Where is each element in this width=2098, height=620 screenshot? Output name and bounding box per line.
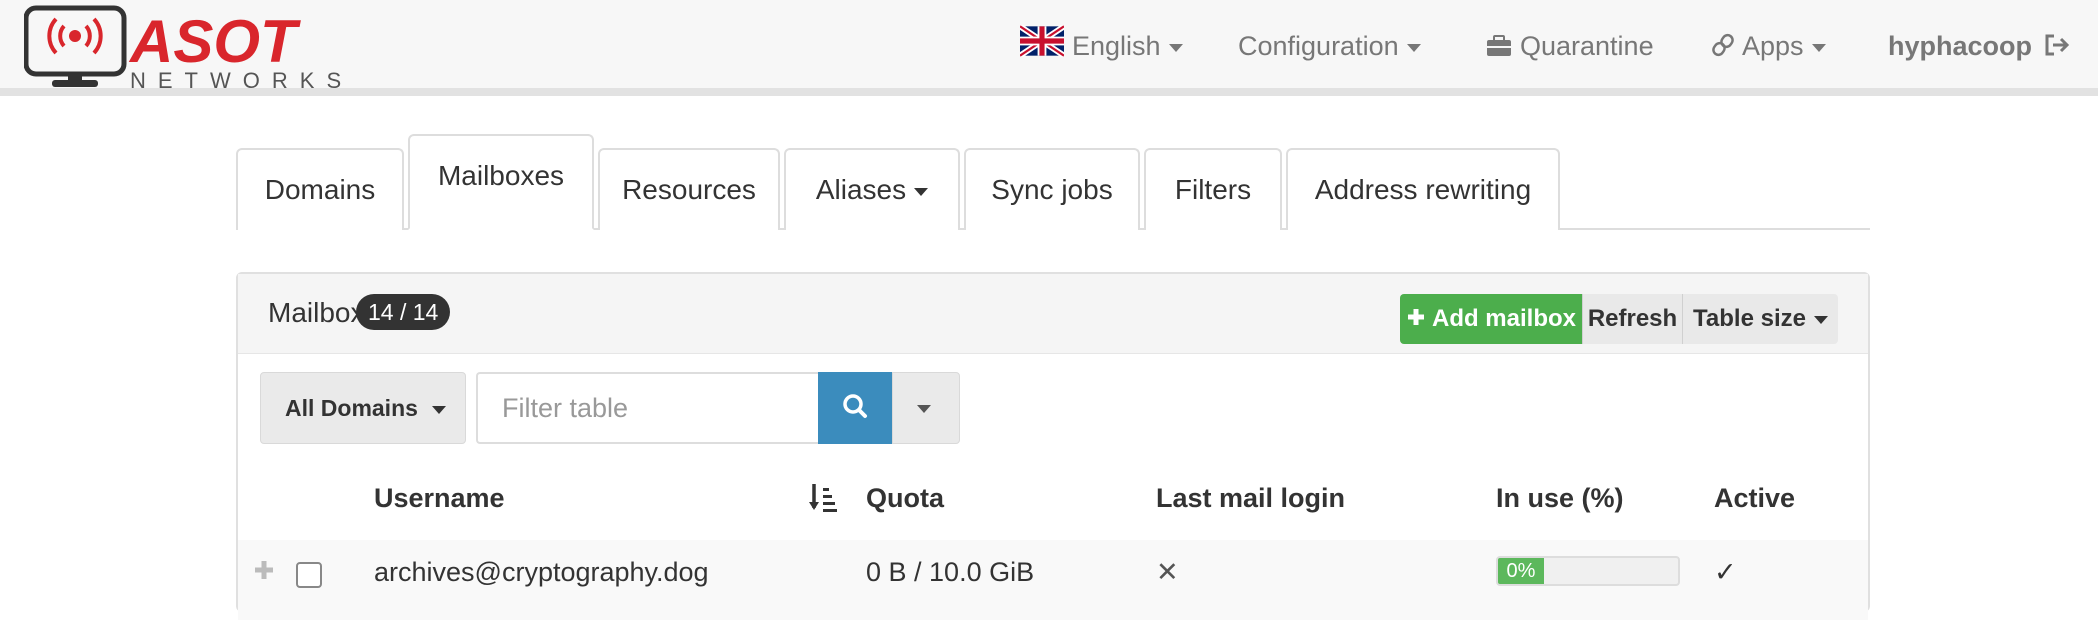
panel-heading: Mailboxes 14 / 14 Add mailbox Refresh Ta… <box>238 274 1868 354</box>
logout-icon <box>2044 26 2070 70</box>
column-label: Username <box>374 483 505 513</box>
mailboxes-panel: Mailboxes 14 / 14 Add mailbox Refresh Ta… <box>236 272 1870 620</box>
refresh-button[interactable]: Refresh <box>1582 294 1682 344</box>
quarantine-label: Quarantine <box>1520 31 1654 61</box>
language-label: English <box>1072 31 1161 61</box>
column-quota[interactable]: Quota <box>866 480 944 516</box>
column-last-login[interactable]: Last mail login <box>1156 480 1345 516</box>
column-in-use[interactable]: In use (%) <box>1496 480 1624 516</box>
tab-label: Resources <box>622 174 756 205</box>
table-size-label: Table size <box>1693 305 1806 332</box>
tab-label: Sync jobs <box>991 174 1113 205</box>
column-label: Active <box>1714 483 1796 513</box>
chevron-down-icon <box>1168 43 1183 52</box>
apps-menu[interactable]: Apps <box>1712 24 1826 68</box>
chevron-down-icon <box>1813 315 1828 324</box>
panel-actions: Add mailbox Refresh Table size <box>1400 294 1838 344</box>
domain-filter-dropdown[interactable]: All Domains <box>260 372 466 444</box>
link-icon <box>1712 26 1734 70</box>
quota-cell: 0 B / 10.0 GiB <box>866 557 1035 587</box>
svg-text:NETWORKS: NETWORKS <box>130 68 353 92</box>
column-username[interactable]: Username <box>374 480 505 516</box>
chevron-down-icon <box>1406 43 1421 52</box>
chevron-down-icon <box>914 187 929 196</box>
chevron-down-icon <box>431 405 446 414</box>
active-check-icon: ✓ <box>1714 557 1737 587</box>
search-button[interactable] <box>818 372 892 444</box>
tab-mailboxes[interactable]: Mailboxes <box>408 134 594 230</box>
column-label: Last mail login <box>1156 483 1346 513</box>
filter-table-input[interactable]: Filter table <box>476 372 818 444</box>
tab-aliases[interactable]: Aliases <box>784 148 960 230</box>
filter-options-dropdown[interactable] <box>892 372 960 444</box>
username-label: hyphacoop <box>1888 31 2033 61</box>
count-badge: 14 / 14 <box>356 294 451 330</box>
section-tabs: Domains Mailboxes Resources Aliases Sync… <box>236 134 1870 230</box>
tab-label: Aliases <box>815 174 907 205</box>
tab-filters[interactable]: Filters <box>1144 148 1282 230</box>
chevron-down-icon <box>1811 43 1826 52</box>
username-cell[interactable]: archives@cryptography.dog <box>374 554 709 590</box>
tab-resources[interactable]: Resources <box>598 148 780 230</box>
tab-address-rewriting[interactable]: Address rewriting <box>1286 148 1560 230</box>
column-label: Quota <box>866 483 944 513</box>
top-navbar: ASOT NETWORKS English Configuration Quar… <box>0 0 2098 96</box>
plus-icon <box>1406 295 1426 345</box>
tab-sync-jobs[interactable]: Sync jobs <box>964 148 1140 230</box>
filter-placeholder: Filter table <box>502 393 629 423</box>
table-row[interactable]: archives@cryptography.dog 0 B / 10.0 GiB… <box>238 540 1868 620</box>
tab-label: Filters <box>1174 174 1252 205</box>
chevron-down-icon <box>917 405 931 413</box>
tab-label: Domains <box>264 174 376 205</box>
no-login-icon: ✕ <box>1156 557 1179 587</box>
user-logout-link[interactable]: hyphacoop <box>1888 24 2078 68</box>
quarantine-link[interactable]: Quarantine <box>1486 24 1654 68</box>
column-active[interactable]: Active <box>1714 480 1795 516</box>
svg-text:ASOT: ASOT <box>128 8 301 75</box>
uk-flag-icon <box>1018 24 1066 70</box>
add-mailbox-label: Add mailbox <box>1431 305 1576 332</box>
brand-logo[interactable]: ASOT NETWORKS <box>23 4 394 93</box>
tab-domains[interactable]: Domains <box>236 148 404 230</box>
table-size-button[interactable]: Table size <box>1682 294 1838 344</box>
domain-filter-label: All Domains <box>285 395 418 421</box>
usage-progress-bar: 0% <box>1496 556 1680 586</box>
briefcase-icon <box>1486 26 1512 70</box>
add-mailbox-button[interactable]: Add mailbox <box>1400 294 1582 344</box>
configuration-menu[interactable]: Configuration <box>1238 24 1421 68</box>
tab-label: Address rewriting <box>1314 174 1532 205</box>
search-icon <box>843 394 867 418</box>
column-label: In use (%) <box>1496 483 1624 513</box>
refresh-label: Refresh <box>1587 305 1678 332</box>
row-select-checkbox[interactable] <box>296 562 322 588</box>
language-menu[interactable]: English <box>1018 24 1183 70</box>
tab-label: Mailboxes <box>437 160 565 191</box>
sort-desc-icon[interactable] <box>808 482 838 519</box>
apps-label: Apps <box>1742 31 1804 61</box>
configuration-label: Configuration <box>1238 31 1399 61</box>
usage-progress-fill: 0% <box>1498 558 1544 584</box>
expand-row-icon[interactable] <box>252 558 276 587</box>
